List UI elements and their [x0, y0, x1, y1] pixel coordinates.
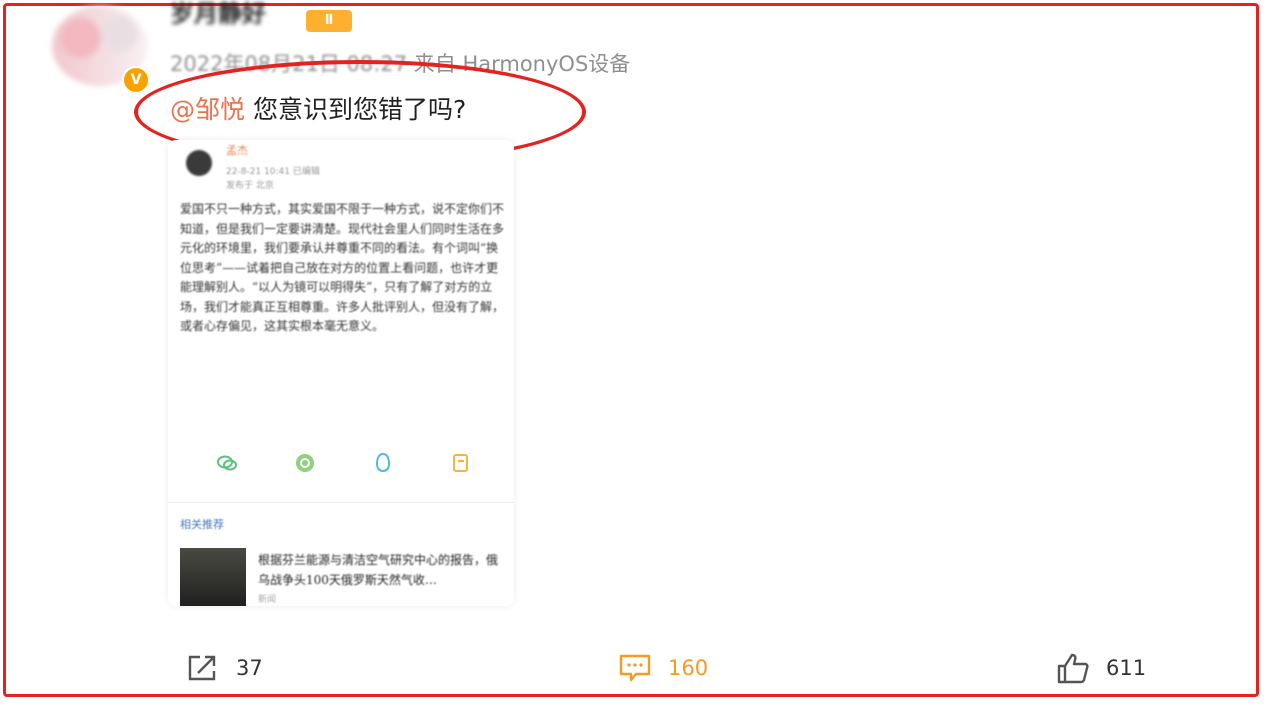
comment-button[interactable]: 160	[618, 648, 708, 688]
moments-icon[interactable]	[294, 452, 316, 474]
card-share-row	[208, 452, 488, 478]
repost-icon	[188, 655, 216, 681]
related-title[interactable]: 根据芬兰能源与清洁空气研究中心的报告，俄乌战争头100天俄罗斯天然气收…	[258, 550, 506, 590]
repost-button[interactable]: 37	[186, 648, 263, 688]
card-time: 22-8-21 10:41	[226, 167, 290, 177]
card-timestamp: 22-8-21 10:41 已编辑	[226, 164, 320, 177]
link-copy-icon[interactable]	[450, 452, 472, 474]
card-author-avatar	[186, 150, 212, 176]
repost-count: 37	[236, 656, 263, 680]
card-body-text: 爱国不只一种方式，其实爱国不限于一种方式，说不定你们不知道，但是我们一定要讲清楚…	[180, 202, 505, 333]
related-label: 相关推荐	[180, 518, 224, 531]
embedded-screenshot-card[interactable]: 孟杰 22-8-21 10:41 已编辑 发布于 北京 爱国不只一种方式，其实爱…	[168, 140, 514, 606]
card-author-name: 孟杰	[226, 144, 248, 157]
comment-count: 160	[668, 656, 709, 680]
rank-badge-icon: Ⅱ	[306, 10, 352, 32]
verified-badge-icon: V	[122, 66, 150, 94]
card-location: 发布于 北京	[226, 181, 274, 191]
card-time-extra: 已编辑	[292, 167, 320, 177]
thumbs-up-icon	[1057, 653, 1089, 684]
like-count: 611	[1106, 656, 1147, 680]
comment-icon	[619, 654, 651, 682]
card-divider	[168, 502, 514, 503]
like-button[interactable]: 611	[1056, 648, 1146, 688]
related-source: 新闻	[258, 595, 277, 605]
related-thumbnail[interactable]	[180, 548, 246, 606]
username[interactable]: 岁月静好	[170, 0, 300, 24]
qq-icon[interactable]	[372, 452, 394, 474]
wechat-icon[interactable]	[216, 452, 238, 474]
